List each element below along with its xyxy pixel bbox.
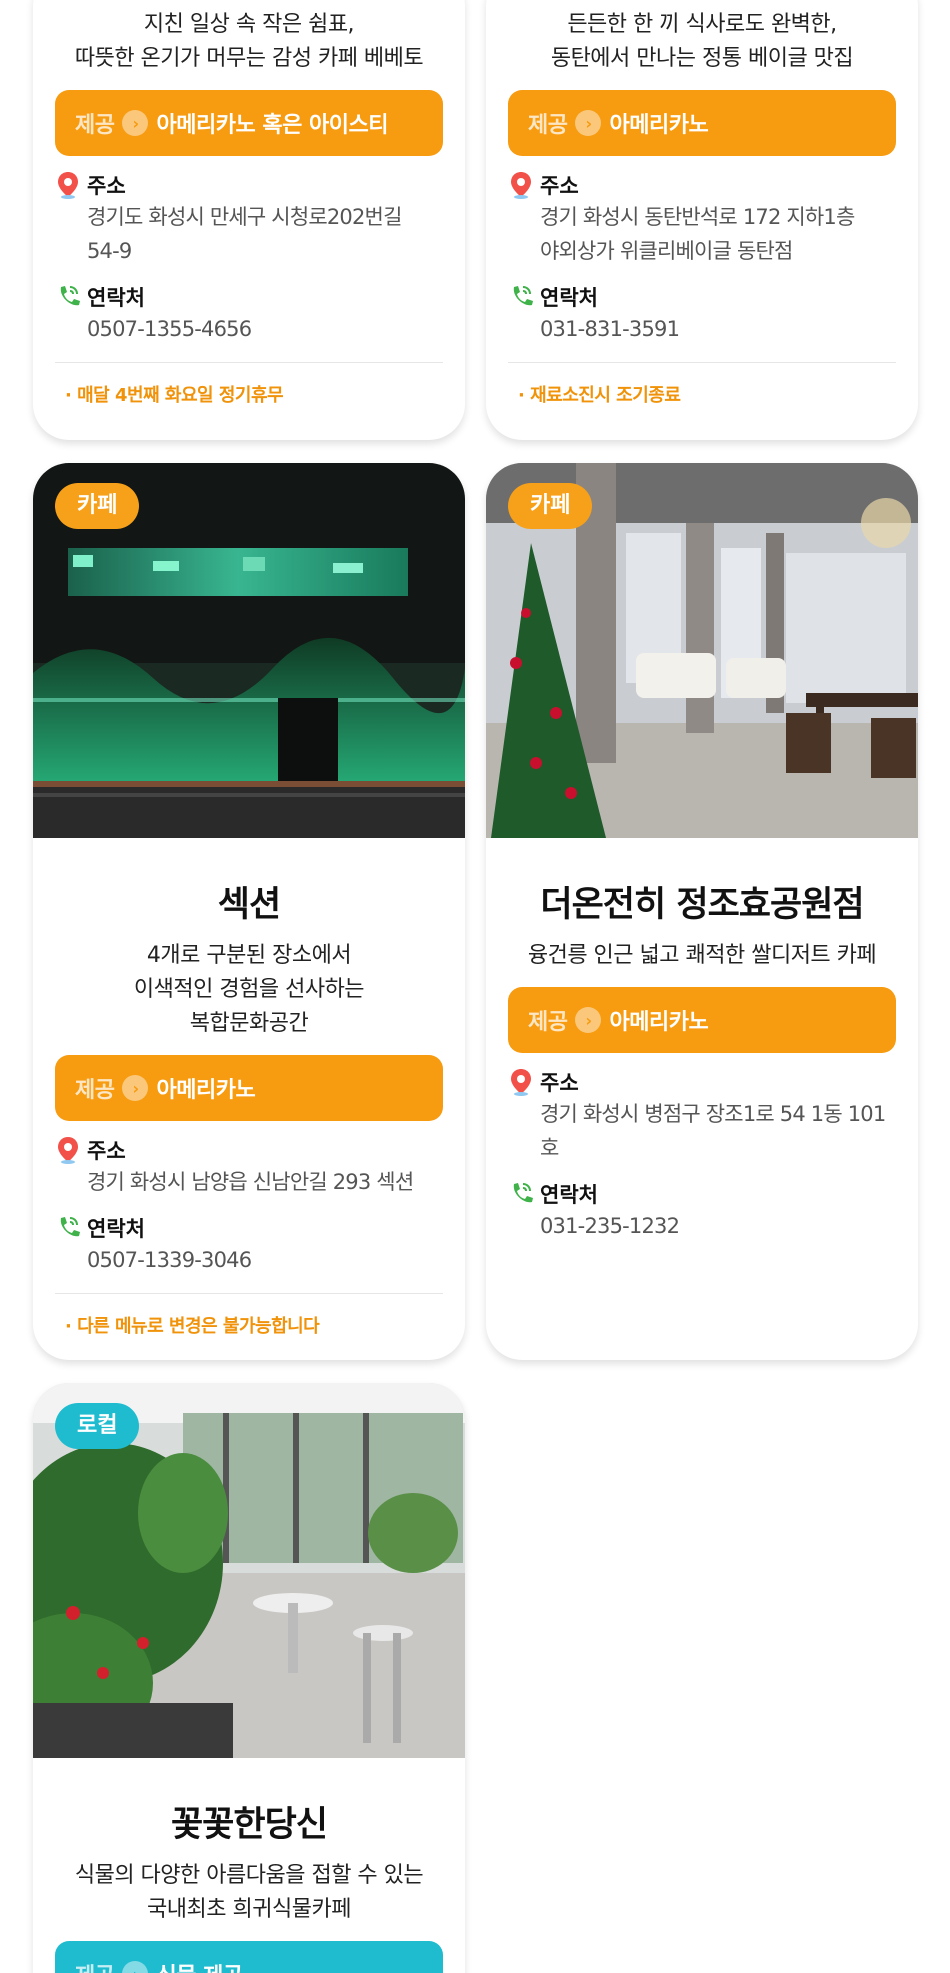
map-pin-icon (511, 172, 531, 199)
address-value: 경기 화성시 남양읍 신남안길 293 섹션 (87, 1170, 414, 1194)
card-note: · 다른 메뉴로 변경은 불가능합니다 (65, 1316, 320, 1337)
card-note: · 매달 4번째 화요일 정기휴무 (65, 385, 284, 406)
place-card-deonjeonhi[interactable]: 카페 더온전히 정조효공원점 융건릉 인근 넓고 쾌적한 쌀디저트 카페 제공 … (486, 463, 918, 1360)
category-badge: 카페 (508, 483, 593, 529)
place-card-section[interactable]: 카페 섹션 4개로 구분된 장소에서 이색적인 경험을 선사하는 복합문화공간 … (33, 463, 465, 1360)
offer-bar: 제공 › 아메리카노 (55, 1055, 443, 1121)
address-value: 경기도 화성시 만세구 시청로202번길 54-9 (87, 205, 402, 263)
offer-tag: 제공 (75, 1078, 115, 1103)
phone-icon (513, 1183, 533, 1203)
offer-item: 아메리카노 (156, 1078, 256, 1103)
address-row: 주소 (508, 170, 896, 200)
phone-value[interactable]: 0507-1339-3046 (87, 1243, 443, 1277)
offer-item: 아메리카노 (609, 1010, 709, 1035)
chevron-right-icon: › (122, 1075, 149, 1101)
contact-label: 연락처 (540, 286, 598, 310)
divider (508, 362, 896, 363)
offer-item: 아메리카노 혹은 아이스티 (156, 113, 388, 138)
map-pin-icon (58, 172, 78, 199)
offer-tag: 제공 (75, 113, 115, 138)
phone-icon (60, 1217, 80, 1237)
card-description: 든든한 한 끼 식사로도 완벽한, 동탄에서 만나는 정통 베이글 맛집 (550, 12, 854, 71)
offer-item: 아메리카노 (609, 113, 709, 138)
chevron-right-icon: › (575, 1007, 602, 1033)
divider (55, 362, 443, 363)
offer-item: 식물 제공 (156, 1958, 243, 1973)
card-description: 융건릉 인근 넓고 쾌적한 쌀디저트 카페 (527, 943, 877, 968)
card-note: · 재료소진시 조기종료 (518, 385, 681, 406)
place-photo: 로컬 (33, 1383, 465, 1758)
contact-row: 연락처 (55, 1213, 443, 1243)
place-card-kkotkkot[interactable]: 로컬 꽃꽃한당신 식물의 다양한 아름다움을 접할 수 있는 국내최초 희귀식물… (33, 1383, 465, 1973)
address-row: 주소 (55, 170, 443, 200)
card-description: 식물의 다양한 아름다움을 접할 수 있는 국내최초 희귀식물카페 (74, 1863, 424, 1922)
offer-tag: 제공 (528, 113, 568, 138)
address-value: 경기 화성시 병점구 장조1로 54 1동 101호 (540, 1102, 886, 1160)
place-title: 더온전히 정조효공원점 (540, 885, 864, 925)
address-row: 주소 (55, 1135, 443, 1165)
place-photo: 카페 (33, 463, 465, 838)
address-label: 주소 (87, 174, 126, 198)
card-description: 4개로 구분된 장소에서 이색적인 경험을 선사하는 복합문화공간 (133, 943, 365, 1036)
offer-bar: 제공 › 아메리카노 혹은 아이스티 (55, 90, 443, 156)
address-label: 주소 (540, 174, 579, 198)
place-title: 섹션 (217, 885, 281, 925)
contact-row: 연락처 (508, 1179, 896, 1209)
place-card-weekly-bagel[interactable]: 든든한 한 끼 식사로도 완벽한, 동탄에서 만나는 정통 베이글 맛집 제공 … (486, 0, 918, 440)
phone-value[interactable]: 031-235-1232 (540, 1209, 896, 1243)
category-badge: 로컬 (55, 1403, 140, 1449)
offer-bar: 제공 › 식물 제공 (55, 1941, 443, 1973)
chevron-right-icon: › (575, 110, 602, 136)
address-value: 경기 화성시 동탄반석로 172 지하1층 야외상가 위클리베이글 동탄점 (540, 205, 855, 263)
chevron-right-icon: › (122, 1961, 149, 1973)
offer-tag: 제공 (528, 1010, 568, 1035)
phone-icon (60, 286, 80, 306)
contact-row: 연락처 (55, 282, 443, 312)
map-pin-icon (58, 1137, 78, 1164)
contact-row: 연락처 (508, 282, 896, 312)
card-description: 지친 일상 속 작은 쉼표, 따뜻한 온기가 머무는 감성 카페 베베토 (74, 12, 424, 71)
contact-label: 연락처 (87, 1217, 145, 1241)
contact-label: 연락처 (540, 1183, 598, 1207)
place-title: 꽃꽃한당신 (170, 1805, 328, 1845)
address-row: 주소 (508, 1067, 896, 1097)
offer-bar: 제공 › 아메리카노 (508, 987, 896, 1053)
address-label: 주소 (540, 1071, 579, 1095)
contact-label: 연락처 (87, 286, 145, 310)
map-pin-icon (511, 1069, 531, 1096)
phone-value[interactable]: 031-831-3591 (540, 312, 896, 346)
offer-bar: 제공 › 아메리카노 (508, 90, 896, 156)
place-photo: 카페 (486, 463, 918, 838)
category-badge: 카페 (55, 483, 140, 529)
divider (55, 1293, 443, 1294)
chevron-right-icon: › (122, 110, 149, 136)
offer-tag: 제공 (75, 1958, 115, 1973)
phone-icon (513, 286, 533, 306)
place-card-bebeto[interactable]: 지친 일상 속 작은 쉼표, 따뜻한 온기가 머무는 감성 카페 베베토 제공 … (33, 0, 465, 440)
phone-value[interactable]: 0507-1355-4656 (87, 312, 443, 346)
address-label: 주소 (87, 1139, 126, 1163)
